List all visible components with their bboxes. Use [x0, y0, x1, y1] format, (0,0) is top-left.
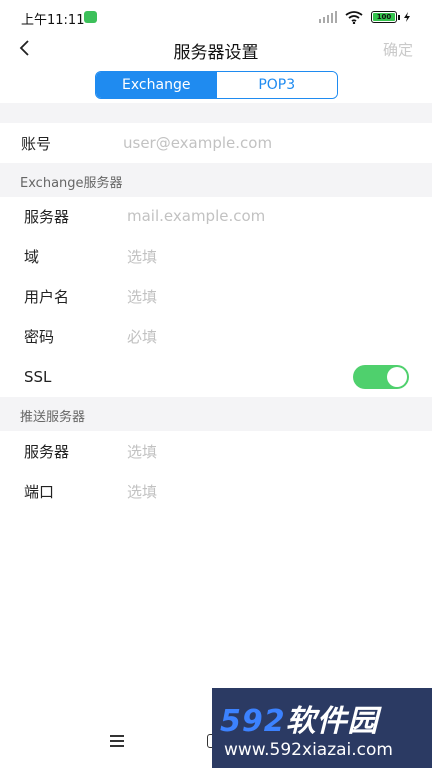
watermark-logo: 592软件园 [220, 696, 379, 740]
status-time: 上午11:11 [21, 13, 85, 28]
account-row[interactable]: 账号 user@example.com [0, 123, 432, 163]
username-input[interactable]: 选填 [127, 286, 157, 307]
push-section-header: 推送服务器 [0, 397, 432, 431]
watermark-url: www.592xiazai.com [224, 740, 393, 760]
divider-band [0, 103, 432, 123]
port-input[interactable]: 选填 [127, 481, 157, 502]
nav-bar: 服务器设置 确定 [0, 30, 432, 66]
push-server-input[interactable]: 选填 [127, 441, 157, 462]
watermark-brand: 软件园 [285, 704, 379, 739]
exchange-section-header: Exchange服务器 [0, 163, 432, 197]
password-label: 密码 [24, 327, 55, 346]
push-server-row[interactable]: 服务器 选填 [0, 432, 432, 470]
ssl-row: SSL [0, 357, 432, 397]
battery-level: 100 [376, 13, 392, 21]
page-title: 服务器设置 [173, 43, 259, 63]
push-section-title: 推送服务器 [20, 410, 86, 425]
battery-nub [398, 14, 400, 20]
status-bar: 上午11:11 100 [0, 0, 432, 34]
domain-input[interactable]: 选填 [127, 246, 157, 267]
wifi-icon [345, 10, 363, 24]
confirm-button[interactable]: 确定 [383, 39, 413, 60]
server-label: 服务器 [24, 207, 70, 226]
tab-pop3[interactable]: POP3 [216, 72, 337, 98]
exchange-section-title: Exchange服务器 [20, 176, 123, 191]
server-row[interactable]: 服务器 mail.example.com [0, 197, 432, 235]
app-notification-icon [84, 11, 97, 23]
username-row[interactable]: 用户名 选填 [0, 277, 432, 315]
account-label: 账号 [21, 134, 52, 153]
password-input[interactable]: 必填 [127, 326, 157, 347]
push-server-label: 服务器 [24, 442, 70, 461]
battery-icon: 100 [371, 11, 397, 23]
password-row[interactable]: 密码 必填 [0, 317, 432, 355]
domain-row[interactable]: 域 选填 [0, 237, 432, 275]
domain-label: 域 [24, 247, 40, 266]
watermark-number: 592 [220, 704, 286, 739]
menu-icon[interactable] [110, 735, 124, 747]
server-input[interactable]: mail.example.com [127, 207, 265, 225]
username-label: 用户名 [24, 287, 70, 306]
cell-signal-icon [319, 11, 337, 23]
status-icons: 100 [319, 10, 410, 24]
protocol-segment: Exchange POP3 [95, 71, 338, 99]
charging-icon [404, 12, 410, 22]
tab-exchange[interactable]: Exchange [96, 72, 217, 98]
ssl-toggle[interactable] [353, 365, 409, 389]
watermark: 592软件园 www.592xiazai.com [212, 688, 432, 768]
account-input[interactable]: user@example.com [123, 134, 272, 152]
ssl-toggle-knob [387, 367, 407, 387]
ssl-label: SSL [24, 368, 52, 386]
port-label: 端口 [24, 482, 55, 501]
port-row[interactable]: 端口 选填 [0, 472, 432, 510]
